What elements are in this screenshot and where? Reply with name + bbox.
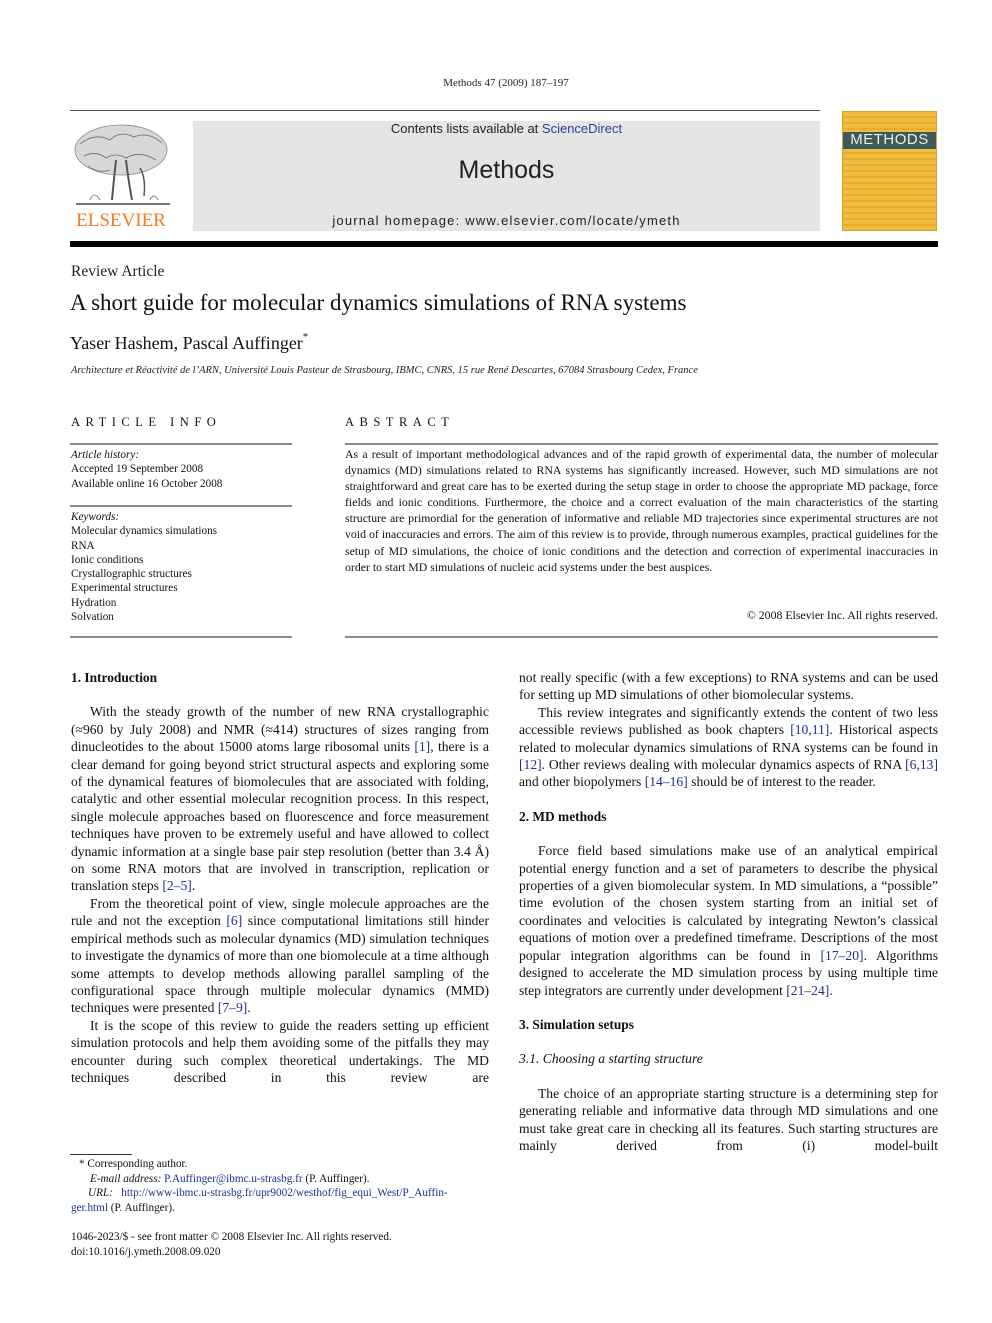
elsevier-logo[interactable]: ELSEVIER — [70, 120, 172, 232]
cover-title: METHODS — [850, 131, 929, 148]
citation-link[interactable]: [6,13] — [905, 757, 938, 772]
paragraph: It is the scope of this review to guide … — [71, 1017, 489, 1085]
abstract-copyright: © 2008 Elsevier Inc. All rights reserved… — [746, 608, 938, 622]
contents-line: Contents lists available at ScienceDirec… — [193, 121, 820, 136]
citation-link[interactable]: [7–9] — [218, 1000, 247, 1015]
text-run: . — [247, 1000, 251, 1016]
keyword: Molecular dynamics simulations — [71, 525, 218, 538]
text-run: . Other reviews dealing with molecular d… — [541, 757, 906, 773]
paragraph: not really specific (with a few exceptio… — [519, 670, 938, 703]
url-label: URL: — [88, 1187, 113, 1199]
keyword: Solvation — [71, 611, 114, 624]
body-column-right: not really specific (with a few exceptio… — [519, 669, 938, 1154]
doi[interactable]: doi:10.1016/j.ymeth.2008.09.020 — [71, 1245, 392, 1260]
text-run: . — [829, 982, 833, 998]
contents-prefix: Contents lists available at — [390, 121, 542, 136]
email-label: E-mail address: — [90, 1172, 162, 1185]
history-label: Article history: — [71, 449, 140, 461]
article-title: A short guide for molecular dynamics sim… — [70, 290, 687, 315]
keywords: Keywords: Molecular dynamics simulations… — [71, 510, 217, 624]
paragraph: This review integrates and significantly… — [519, 704, 938, 791]
url-note: URL: http://www-ibmc.u-strasbg.fr/upr900… — [71, 1186, 491, 1201]
citation-link[interactable]: [14–16] — [645, 774, 688, 789]
citation-link[interactable]: [12] — [519, 757, 542, 772]
article-type: Review Article — [71, 263, 165, 280]
abstract-text: As a result of important methodological … — [345, 447, 938, 574]
paragraph: From the theoretical point of view, sing… — [71, 895, 489, 1017]
section-heading-simulation-setups: 3. Simulation setups — [519, 1016, 634, 1032]
paragraph: Force field based simulations make use o… — [519, 842, 938, 999]
keyword: Hydration — [71, 596, 117, 609]
corresponding-author-note: * Corresponding author. — [79, 1158, 188, 1170]
body-column-left: 1. Introduction With the steady growth o… — [71, 669, 489, 1086]
divider — [70, 443, 292, 445]
footnotes: * Corresponding author. E-mail address: … — [71, 1157, 491, 1215]
paragraph: The choice of an appropriate starting st… — [519, 1085, 938, 1153]
url-note-continued: ger.html (P. Auffinger). — [71, 1201, 491, 1216]
paragraph: With the steady growth of the number of … — [71, 703, 489, 894]
affiliation: Architecture et Réactivité de l’ARN, Uni… — [71, 365, 698, 376]
journal-cover-image[interactable]: METHODS — [842, 111, 937, 231]
cover-stripes — [843, 112, 936, 230]
divider — [345, 636, 938, 638]
text-run: , there is a clear demand for going beyo… — [71, 739, 489, 894]
header-thick-rule — [70, 241, 938, 247]
citation-link[interactable]: [1] — [414, 739, 430, 754]
email-link[interactable]: P.Auffinger@ibmc.u-strasbg.fr — [164, 1173, 302, 1185]
journal-homepage[interactable]: journal homepage: www.elsevier.com/locat… — [193, 213, 820, 228]
text-run: should be of interest to the reader. — [687, 774, 876, 790]
section-heading-md-methods: 2. MD methods — [519, 808, 607, 824]
citation-link[interactable]: [21–24] — [786, 983, 829, 998]
text-run: and other biopolymers — [519, 774, 645, 790]
url-link[interactable]: http://www-ibmc.u-strasbg.fr/upr9002/wes… — [121, 1187, 447, 1199]
divider — [70, 636, 292, 638]
citation-link[interactable]: [10,11] — [790, 722, 829, 737]
text-run: since computational limitations still hi… — [71, 913, 489, 1016]
authors: Yaser Hashem, Pascal Auffinger* — [70, 331, 309, 354]
elsevier-wordmark: ELSEVIER — [76, 210, 166, 231]
journal-name: Methods — [458, 156, 555, 184]
abstract-heading: ABSTRACT — [345, 415, 455, 429]
keyword: Experimental structures — [71, 582, 178, 595]
section-heading-introduction: 1. Introduction — [71, 670, 158, 685]
article-info-heading: ARTICLE INFO — [71, 415, 222, 429]
text-run: Force field based simulations make use o… — [519, 843, 938, 963]
corresponding-author-mark[interactable]: * — [303, 331, 309, 343]
email-note: E-mail address: P.Auffinger@ibmc.u-stras… — [71, 1172, 491, 1187]
running-head: Methods 47 (2009) 187–197 — [443, 77, 569, 89]
url-link-continued[interactable]: ger.html — [71, 1202, 108, 1214]
subsection-heading-starting-structure: 3.1. Choosing a starting structure — [519, 1051, 703, 1067]
email-suffix: (P. Auffinger). — [302, 1172, 370, 1185]
history-accepted: Accepted 19 September 2008 — [71, 463, 204, 476]
header-divider — [70, 110, 820, 111]
url-suffix: (P. Auffinger). — [107, 1201, 175, 1214]
divider — [70, 505, 292, 507]
keywords-label: Keywords: — [71, 511, 120, 523]
front-matter: 1046-2023/$ - see front matter © 2008 El… — [71, 1230, 392, 1259]
article-history: Article history: Accepted 19 September 2… — [71, 448, 222, 491]
divider — [345, 443, 938, 445]
citation-link[interactable]: [2–5] — [162, 878, 191, 893]
text-run: . — [191, 878, 196, 894]
elsevier-tree-icon — [74, 124, 170, 205]
issn-line: 1046-2023/$ - see front matter © 2008 El… — [71, 1231, 392, 1243]
history-online: Available online 16 October 2008 — [71, 477, 223, 490]
citation-link[interactable]: [6] — [226, 913, 242, 928]
citation-link[interactable]: [17–20] — [821, 948, 864, 963]
keyword: Ionic conditions — [71, 553, 144, 566]
keyword: RNA — [71, 539, 95, 552]
keyword: Crystallographic structures — [71, 568, 192, 581]
sciencedirect-link[interactable]: ScienceDirect — [542, 121, 622, 136]
footnote-rule — [70, 1154, 132, 1155]
author-names[interactable]: Yaser Hashem, Pascal Auffinger — [70, 333, 303, 353]
